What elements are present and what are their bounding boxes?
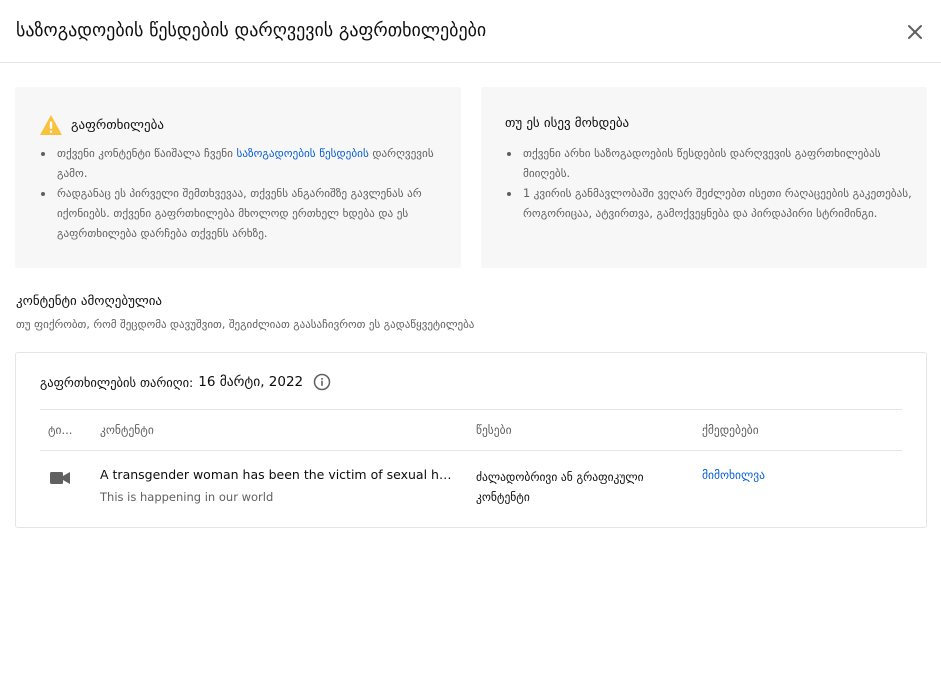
warning-card-header: გაფრთხილება [39,114,164,136]
content-removed-title: კონტენტი ამოღებულია [16,294,163,309]
strike-date-label: გაფრთხილების თარიღი: [40,374,194,390]
review-link[interactable]: მიმოხილვა [702,468,765,482]
close-icon [908,25,922,39]
column-header-policy: წესები [476,423,512,437]
list-item: თქვენი არხი საზოგადოების წესდების დარღვე… [505,144,915,184]
video-camera-icon [50,472,70,484]
column-header-actions: ქმედებები [702,423,759,437]
video-title: A transgender woman has been the victim … [100,467,452,482]
column-header-content: კონტენტი [100,423,154,437]
content-removed-subtitle: თუ ფიქრობთ, რომ შეცდომა დავუშვით, შეგიძლ… [16,318,475,331]
list-item: 1 კვირის განმავლობაში ვეღარ შეძლებთ ისეთ… [505,184,915,224]
list-item-text: თქვენი კონტენტი წაიშალა ჩვენი [57,147,237,160]
warning-card-list: თქვენი კონტენტი წაიშალა ჩვენი საზოგადოებ… [39,144,449,244]
community-guidelines-link[interactable]: საზოგადოების წესდების [237,147,369,160]
dialog-header: საზოგადოების წესდების დარღვევის გაფრთხილ… [0,0,941,63]
close-button[interactable] [902,19,928,45]
warning-card: გაფრთხილება თქვენი კონტენტი წაიშალა ჩვენ… [15,87,461,268]
dialog-title: საზოგადოების წესდების დარღვევის გაფრთხილ… [16,20,487,41]
video-subtitle: This is happening in our world [100,490,274,504]
list-item: თქვენი კონტენტი წაიშალა ჩვენი საზოგადოებ… [39,144,449,184]
repeat-card-header: თუ ეს ისევ მოხდება [505,116,629,131]
table-header: ტი... კონტენტი წესები ქმედებები [40,409,902,451]
warning-triangle-icon [40,115,62,135]
strike-details-panel: გაფრთხილების თარიღი: 16 მარტი, 2022 ტი..… [15,352,927,528]
info-icon[interactable] [313,373,331,391]
list-item: რადგანაც ეს პირველი შემთხვევაა, თქვენს ა… [39,184,449,244]
repeat-card-list: თქვენი არხი საზოგადოების წესდების დარღვე… [505,144,915,224]
strike-date-row: გაფრთხილების თარიღი: 16 მარტი, 2022 [40,373,331,391]
column-header-type: ტი... [48,423,73,437]
repeat-card: თუ ეს ისევ მოხდება თქვენი არხი საზოგადოე… [481,87,927,268]
warning-card-title: გაფრთხილება [71,117,164,133]
strike-date-value: 16 მარტი, 2022 [198,374,304,390]
policy-text: ძალადობრივი ან გრაფიკული კონტენტი [476,470,644,504]
repeat-card-title: თუ ეს ისევ მოხდება [505,116,630,131]
table-row: A transgender woman has been the victim … [40,451,902,515]
